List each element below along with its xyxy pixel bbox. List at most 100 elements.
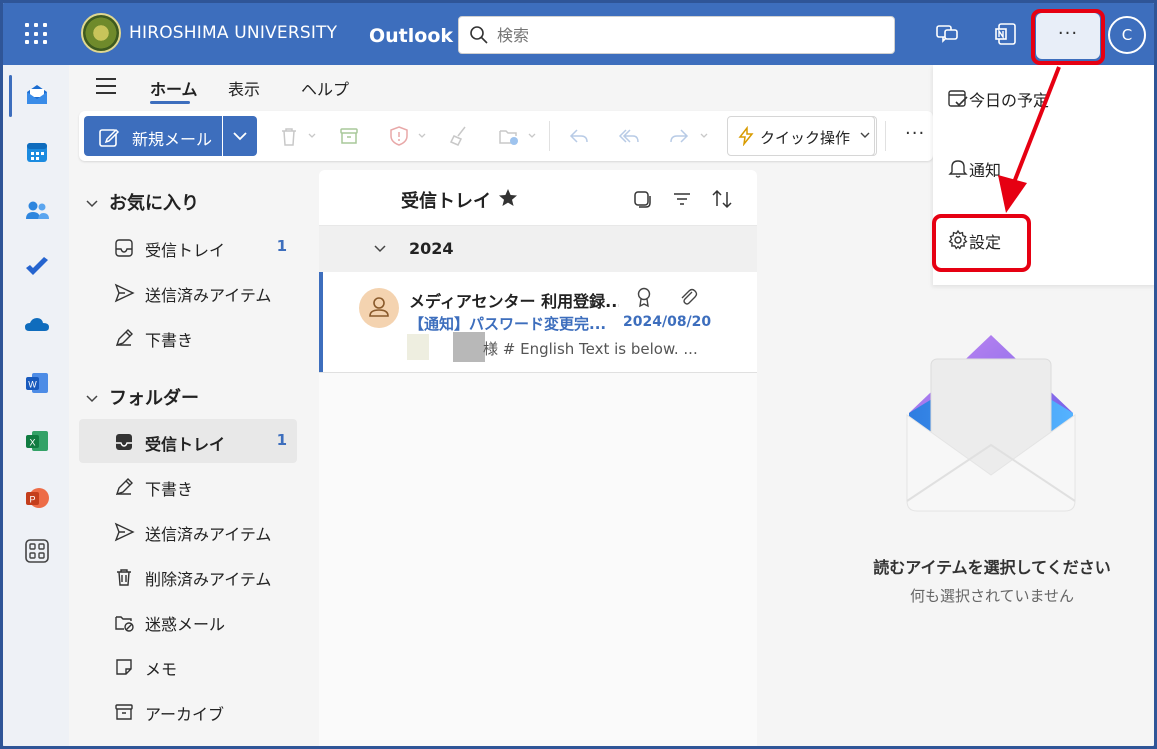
toolbar-divider <box>549 121 550 151</box>
todo-icon[interactable] <box>23 253 51 281</box>
date-group-label: 2024 <box>409 239 454 258</box>
folders-section-header[interactable]: フォルダー <box>85 384 199 410</box>
quick-action-label: クイック操作 <box>760 129 851 147</box>
folder-item-label: 削除済みアイテム <box>145 570 272 589</box>
compose-icon <box>99 128 120 147</box>
folder-item-junk[interactable]: 迷惑メール <box>79 599 297 643</box>
person-icon <box>369 297 389 317</box>
account-avatar[interactable]: C <box>1108 16 1146 54</box>
tab-home[interactable]: ホーム <box>150 76 198 100</box>
quick-action-dropdown[interactable] <box>855 116 877 156</box>
message-subject: 【通知】パスワード変更完... <box>409 315 607 333</box>
message-list-title: 受信トレイ <box>401 191 491 212</box>
people-icon[interactable] <box>23 196 51 224</box>
folder-item-deleted[interactable]: 削除済みアイテム <box>79 554 297 598</box>
select-mode-icon[interactable] <box>631 188 653 210</box>
new-mail-dropdown[interactable] <box>223 116 257 156</box>
lightning-icon <box>738 126 754 146</box>
sweep-icon[interactable] <box>447 124 471 148</box>
university-name: HIROSHIMA UNIVERSITY <box>129 23 338 43</box>
draft-icon <box>115 478 133 496</box>
message-list: 受信トレイ 2024 メディアセンター 利用登録... 【通知】パスワード変更完… <box>319 170 757 746</box>
delete-icon[interactable] <box>277 124 301 148</box>
search-box[interactable] <box>458 16 895 54</box>
ribbon-badge-icon <box>637 287 651 308</box>
note-icon <box>116 659 132 675</box>
trash-icon <box>117 569 131 586</box>
new-mail-button[interactable]: 新規メール <box>84 116 222 156</box>
favorite-item-label: 下書き <box>145 331 194 350</box>
calendar-icon[interactable] <box>23 138 51 166</box>
chevron-down-icon[interactable] <box>417 131 427 141</box>
settings-highlight <box>932 214 1031 272</box>
folder-item-sent[interactable]: 送信済みアイテム <box>79 509 297 553</box>
message-date: 2024/08/20 <box>623 314 712 330</box>
filter-icon[interactable] <box>671 188 693 210</box>
app-title[interactable]: Outlook <box>369 25 453 47</box>
menu-item-my-day[interactable]: 今日の予定 <box>933 73 1154 123</box>
svg-text:W: W <box>28 380 37 390</box>
outlook-window: HIROSHIMA UNIVERSITY Outlook ··· C <box>0 0 1157 749</box>
favorite-item-label: 受信トレイ <box>145 241 226 260</box>
folders-label: フォルダー <box>109 388 199 409</box>
toolbar-more-button[interactable]: ··· <box>905 123 925 144</box>
reply-all-icon[interactable] <box>617 124 641 148</box>
top-bar: HIROSHIMA UNIVERSITY Outlook ··· C <box>3 3 1154 65</box>
chevron-down-icon <box>86 200 98 208</box>
selected-indicator <box>319 272 323 372</box>
message-list-header: 受信トレイ <box>319 170 757 226</box>
favorite-item-sent[interactable]: 送信済みアイテム <box>79 270 297 314</box>
onedrive-icon[interactable] <box>23 311 51 339</box>
message-item[interactable]: メディアセンター 利用登録... 【通知】パスワード変更完... 2024/08… <box>319 272 757 373</box>
university-logo <box>81 13 121 53</box>
ribbon-tabs: ホーム 表示 ヘルプ <box>69 65 933 107</box>
mail-icon[interactable] <box>23 81 51 109</box>
archive-icon <box>115 704 133 720</box>
chevron-down-icon[interactable] <box>307 131 317 141</box>
app-launcher-icon[interactable] <box>23 21 49 47</box>
folder-item-notes[interactable]: メモ <box>79 644 297 688</box>
junk-icon <box>115 616 134 632</box>
archive-icon[interactable] <box>337 124 361 148</box>
folder-item-inbox[interactable]: 受信トレイ 1 <box>79 419 297 463</box>
report-icon[interactable] <box>387 124 411 148</box>
bell-icon <box>948 160 968 178</box>
favorite-item-inbox[interactable]: 受信トレイ 1 <box>79 225 297 269</box>
menu-item-notifications[interactable]: 通知 <box>933 143 1154 193</box>
tab-active-indicator <box>150 101 190 104</box>
star-icon[interactable] <box>497 187 519 209</box>
chevron-down-icon <box>860 132 870 138</box>
teams-chat-icon[interactable] <box>933 20 961 48</box>
tab-view[interactable]: 表示 <box>228 76 260 100</box>
folder-item-label: 受信トレイ <box>145 435 226 454</box>
chevron-down-icon[interactable] <box>699 131 709 141</box>
folder-item-drafts[interactable]: 下書き <box>79 464 297 508</box>
more-button-highlight <box>1031 9 1105 65</box>
unread-count: 1 <box>276 431 287 449</box>
favorites-section-header[interactable]: お気に入り <box>85 189 199 215</box>
date-group-header[interactable]: 2024 <box>319 226 757 272</box>
search-input[interactable] <box>497 23 877 47</box>
more-apps-icon[interactable] <box>23 537 51 565</box>
excel-icon[interactable]: X <box>23 427 51 455</box>
word-icon[interactable]: W <box>23 369 51 397</box>
forward-icon[interactable] <box>667 124 691 148</box>
onenote-icon[interactable] <box>993 20 1021 48</box>
tab-help[interactable]: ヘルプ <box>301 76 349 100</box>
favorite-item-drafts[interactable]: 下書き <box>79 315 297 359</box>
folder-item-archive[interactable]: アーカイブ <box>79 689 297 733</box>
chevron-down-icon[interactable] <box>527 131 537 141</box>
folder-item-label: 迷惑メール <box>145 615 226 634</box>
folder-pane: お気に入り 受信トレイ 1 送信済みアイテム 下書き フォルダー 受信トレイ 1… <box>69 173 309 746</box>
unread-count: 1 <box>276 237 287 255</box>
sender-avatar <box>359 288 399 328</box>
menu-toggle-icon[interactable] <box>96 78 116 94</box>
sort-icon[interactable] <box>711 188 733 210</box>
quick-action-button[interactable]: クイック操作 <box>727 116 875 156</box>
reading-pane-title: 読むアイテムを選択してください <box>873 558 1111 577</box>
move-to-icon[interactable] <box>497 124 521 148</box>
menu-item-label: 通知 <box>969 161 1002 180</box>
powerpoint-icon[interactable]: P <box>23 484 51 512</box>
reply-icon[interactable] <box>567 124 591 148</box>
search-icon <box>470 26 488 44</box>
